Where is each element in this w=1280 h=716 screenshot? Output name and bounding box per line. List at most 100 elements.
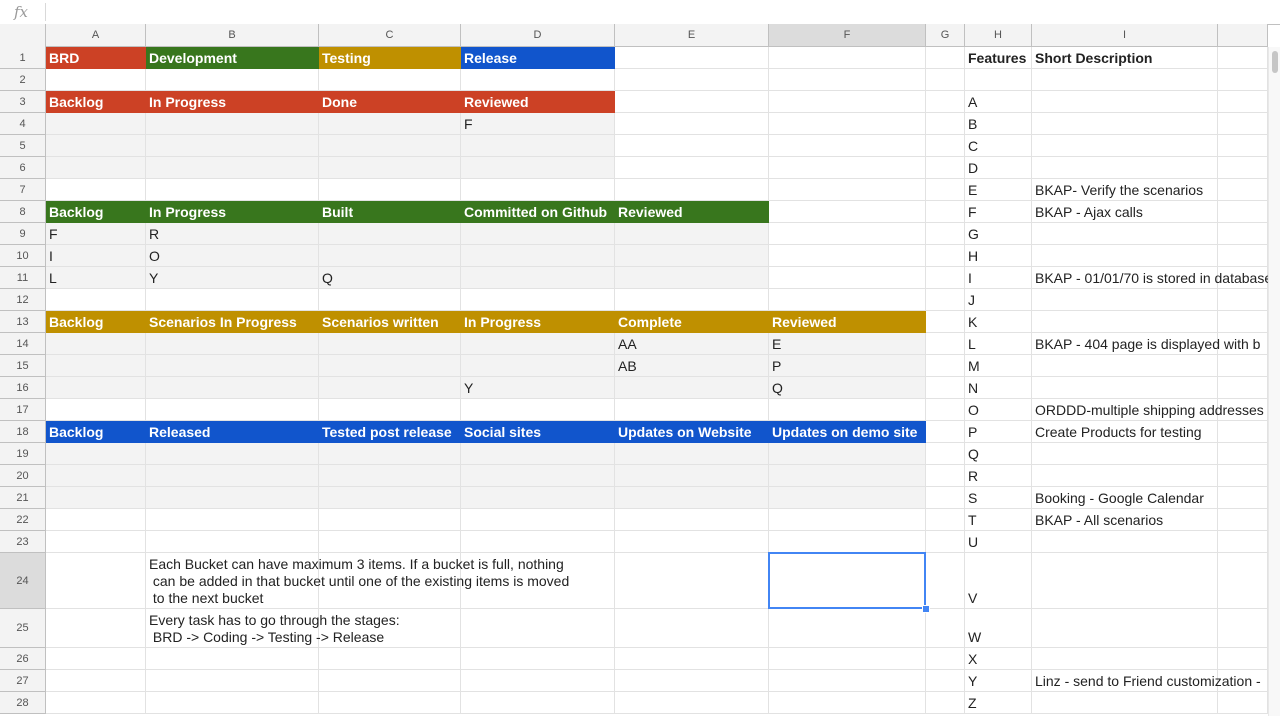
cell-c27[interactable] (319, 670, 461, 692)
cell-h17[interactable]: O (965, 399, 1032, 421)
row-header-21[interactable]: 21 (0, 487, 46, 509)
cell-e22[interactable] (615, 509, 769, 531)
cell-a8[interactable]: Backlog (46, 201, 146, 223)
cell-i4[interactable] (1032, 113, 1218, 135)
cell-d25[interactable] (461, 609, 615, 648)
row-header-6[interactable]: 6 (0, 157, 46, 179)
cell-c18[interactable]: Tested post release (319, 421, 461, 443)
cell-e11[interactable] (615, 267, 769, 289)
cell-f18[interactable]: Updates on demo site (769, 421, 926, 443)
cell-g20[interactable] (926, 465, 965, 487)
cell-e27[interactable] (615, 670, 769, 692)
cell-c26[interactable] (319, 648, 461, 670)
cell-d14[interactable] (461, 333, 615, 355)
row-header-18[interactable]: 18 (0, 421, 46, 443)
cell-c12[interactable] (319, 289, 461, 311)
cell-b19[interactable] (146, 443, 319, 465)
cell-b8[interactable]: In Progress (146, 201, 319, 223)
cell-blank-21[interactable] (1218, 487, 1268, 509)
cell-d19[interactable] (461, 443, 615, 465)
cell-b16[interactable] (146, 377, 319, 399)
cell-blank-19[interactable] (1218, 443, 1268, 465)
cell-c1[interactable]: Testing (319, 47, 461, 69)
cell-d16[interactable]: Y (461, 377, 615, 399)
cell-g13[interactable] (926, 311, 965, 333)
cell-c6[interactable] (319, 157, 461, 179)
cell-a20[interactable] (46, 465, 146, 487)
cell-i17[interactable]: ORDDD-multiple shipping addresses (1032, 399, 1264, 421)
cell-i12[interactable] (1032, 289, 1218, 311)
row-header-17[interactable]: 17 (0, 399, 46, 421)
cell-f17[interactable] (769, 399, 926, 421)
cell-blank-28[interactable] (1218, 692, 1268, 714)
cell-i22[interactable]: BKAP - All scenarios (1032, 509, 1218, 531)
cell-b14[interactable] (146, 333, 319, 355)
cell-e13[interactable]: Complete (615, 311, 769, 333)
row-header-4[interactable]: 4 (0, 113, 46, 135)
cell-a18[interactable]: Backlog (46, 421, 146, 443)
cell-i27[interactable]: Linz - send to Friend customization - (1032, 670, 1261, 692)
cell-g15[interactable] (926, 355, 965, 377)
cell-a4[interactable] (46, 113, 146, 135)
cell-e24[interactable] (615, 553, 769, 609)
column-header-e[interactable]: E (615, 24, 769, 47)
cell-e12[interactable] (615, 289, 769, 311)
row-header-24[interactable]: 24 (0, 553, 46, 609)
cell-d11[interactable] (461, 267, 615, 289)
cell-blank-15[interactable] (1218, 355, 1268, 377)
cell-blank-26[interactable] (1218, 648, 1268, 670)
cell-d4[interactable]: F (461, 113, 615, 135)
row-header-8[interactable]: 8 (0, 201, 46, 223)
cell-f16[interactable]: Q (769, 377, 926, 399)
cell-a14[interactable] (46, 333, 146, 355)
row-header-13[interactable]: 13 (0, 311, 46, 333)
cell-g2[interactable] (926, 69, 965, 91)
cell-c8[interactable]: Built (319, 201, 461, 223)
cell-b1[interactable]: Development (146, 47, 319, 69)
cell-g4[interactable] (926, 113, 965, 135)
cell-b7[interactable] (146, 179, 319, 201)
cell-c15[interactable] (319, 355, 461, 377)
cell-a10[interactable]: I (46, 245, 146, 267)
cell-h27[interactable]: Y (965, 670, 1032, 692)
cell-e4[interactable] (615, 113, 769, 135)
cell-a9[interactable]: F (46, 223, 146, 245)
cell-e7[interactable] (615, 179, 769, 201)
cell-c7[interactable] (319, 179, 461, 201)
row-header-19[interactable]: 19 (0, 443, 46, 465)
cell-a17[interactable] (46, 399, 146, 421)
cell-i24[interactable] (1032, 553, 1218, 609)
cell-blank-18[interactable] (1218, 421, 1268, 443)
cell-b9[interactable]: R (146, 223, 319, 245)
cell-h6[interactable]: D (965, 157, 1032, 179)
column-header-h[interactable]: H (965, 24, 1032, 47)
cell-a7[interactable] (46, 179, 146, 201)
cell-c19[interactable] (319, 443, 461, 465)
cell-e9[interactable] (615, 223, 769, 245)
row-header-5[interactable]: 5 (0, 135, 46, 157)
cell-e26[interactable] (615, 648, 769, 670)
cell-i21[interactable]: Booking - Google Calendar (1032, 487, 1218, 509)
cell-f20[interactable] (769, 465, 926, 487)
cell-b5[interactable] (146, 135, 319, 157)
cell-g11[interactable] (926, 267, 965, 289)
cell-f4[interactable] (769, 113, 926, 135)
cell-h10[interactable]: H (965, 245, 1032, 267)
cell-h25[interactable]: W (965, 609, 1032, 648)
cell-d3[interactable]: Reviewed (461, 91, 615, 113)
row-header-26[interactable]: 26 (0, 648, 46, 670)
cell-a19[interactable] (46, 443, 146, 465)
cell-g3[interactable] (926, 91, 965, 113)
cell-c11[interactable]: Q (319, 267, 461, 289)
cell-b11[interactable]: Y (146, 267, 319, 289)
cell-h9[interactable]: G (965, 223, 1032, 245)
cell-f11[interactable] (769, 267, 926, 289)
row-header-23[interactable]: 23 (0, 531, 46, 553)
cell-d2[interactable] (461, 69, 615, 91)
cell-blank-20[interactable] (1218, 465, 1268, 487)
cell-f8[interactable] (769, 201, 926, 223)
cell-h7[interactable]: E (965, 179, 1032, 201)
cell-e14[interactable]: AA (615, 333, 769, 355)
cell-c22[interactable] (319, 509, 461, 531)
cell-h14[interactable]: L (965, 333, 1032, 355)
